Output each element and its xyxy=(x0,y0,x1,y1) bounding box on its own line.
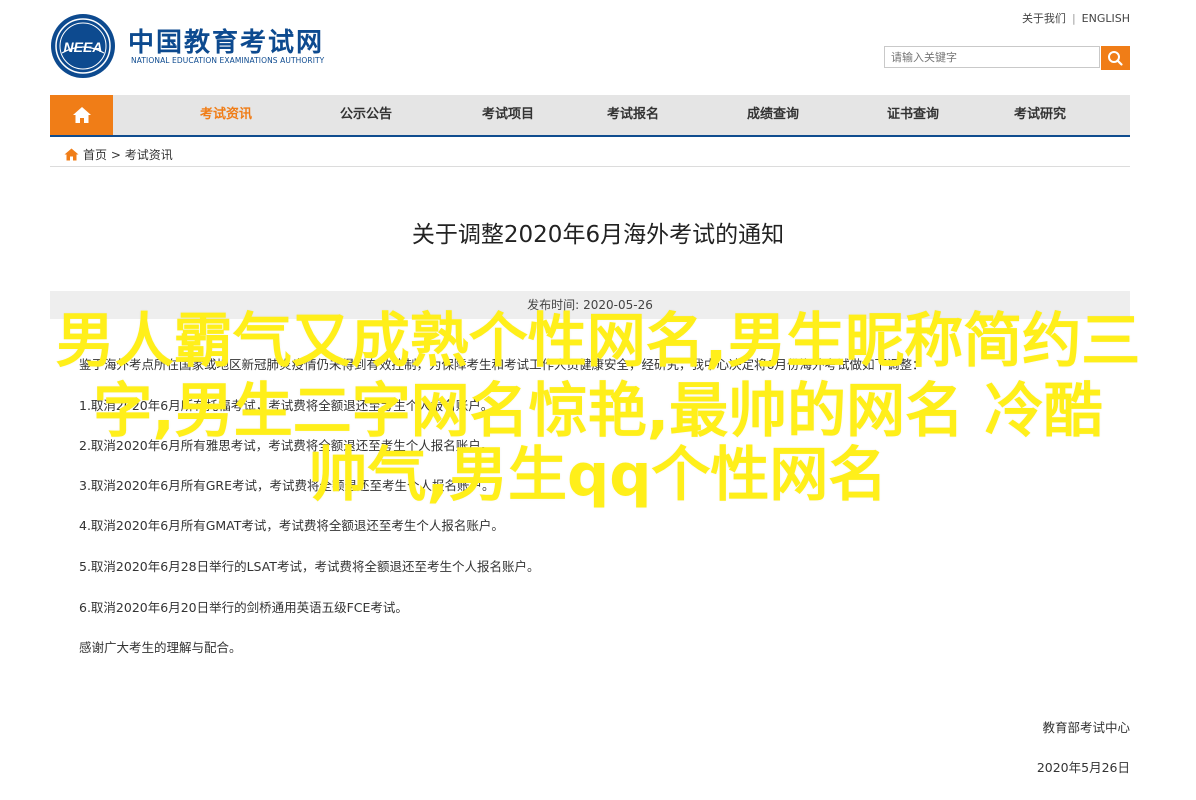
signature-org: 教育部考试中心 xyxy=(1042,720,1130,735)
publish-date: 2020-05-26 xyxy=(583,298,653,312)
search-icon xyxy=(1108,51,1123,66)
article-paragraph: 1.取消2020年6月所有托福考试，考试费将全额退还至考生个人报名账户。 xyxy=(79,398,494,413)
top-links-separator: | xyxy=(1071,12,1076,25)
english-link[interactable]: ENGLISH xyxy=(1082,12,1130,25)
nav-item-exam-research[interactable]: 考试研究 xyxy=(984,95,1096,135)
breadcrumb: 首页 > 考试资讯 xyxy=(50,144,1130,167)
article-paragraph: 3.取消2020年6月所有GRE考试，考试费将全额退还至考生个人报名账户。 xyxy=(79,478,495,493)
main-nav: 考试资讯 公示公告 考试项目 考试报名 成绩查询 证书查询 考试研究 xyxy=(50,95,1130,137)
about-us-link[interactable]: 关于我们 xyxy=(1022,12,1066,25)
site-subtitle: NATIONAL EDUCATION EXAMINATIONS AUTHORIT… xyxy=(131,56,325,65)
breadcrumb-home[interactable]: 首页 xyxy=(83,148,107,162)
article-paragraph: 6.取消2020年6月20日举行的剑桥通用英语五级FCE考试。 xyxy=(79,600,408,615)
breadcrumb-current[interactable]: 考试资讯 xyxy=(125,148,173,162)
article-paragraph: 感谢广大考生的理解与配合。 xyxy=(79,640,242,655)
article-paragraph: 2.取消2020年6月所有雅思考试，考试费将全额退还至考生个人报名账户。 xyxy=(79,438,494,453)
search-input[interactable] xyxy=(884,46,1100,68)
publish-meta: 发布时间: 2020-05-26 xyxy=(50,291,1130,319)
nav-item-score-query[interactable]: 成绩查询 xyxy=(717,95,829,135)
nav-home-button[interactable] xyxy=(50,95,113,135)
search-box xyxy=(884,46,1130,70)
nav-item-certificate-query[interactable]: 证书查询 xyxy=(857,95,969,135)
article-title: 关于调整2020年6月海外考试的通知 xyxy=(411,222,785,248)
article-paragraph: 鉴于海外考点所在国家或地区新冠肺炎疫情仍未得到有效控制，为保障考生和考试工作人员… xyxy=(79,357,925,372)
nav-item-exam-news[interactable]: 考试资讯 xyxy=(170,95,282,135)
article-paragraph: 4.取消2020年6月所有GMAT考试，考试费将全额退还至考生个人报名账户。 xyxy=(79,518,504,533)
top-links: 关于我们 | ENGLISH xyxy=(1022,10,1130,26)
nav-item-registration[interactable]: 考试报名 xyxy=(577,95,689,135)
site-title: 中国教育考试网 xyxy=(128,28,325,58)
neea-logo[interactable]: NEEA xyxy=(50,13,116,79)
search-button[interactable] xyxy=(1101,46,1130,70)
nav-item-announcements[interactable]: 公示公告 xyxy=(310,95,422,135)
signature-date: 2020年5月26日 xyxy=(1036,760,1130,775)
nav-item-exam-projects[interactable]: 考试项目 xyxy=(452,95,564,135)
breadcrumb-separator: > xyxy=(110,148,121,162)
home-icon xyxy=(72,107,91,123)
publish-label: 发布时间: xyxy=(527,298,580,312)
breadcrumb-home-icon xyxy=(64,148,79,161)
article-paragraph: 5.取消2020年6月28日举行的LSAT考试，考试费将全额退还至考生个人报名账… xyxy=(79,559,540,574)
logo-text: NEEA xyxy=(64,39,103,55)
